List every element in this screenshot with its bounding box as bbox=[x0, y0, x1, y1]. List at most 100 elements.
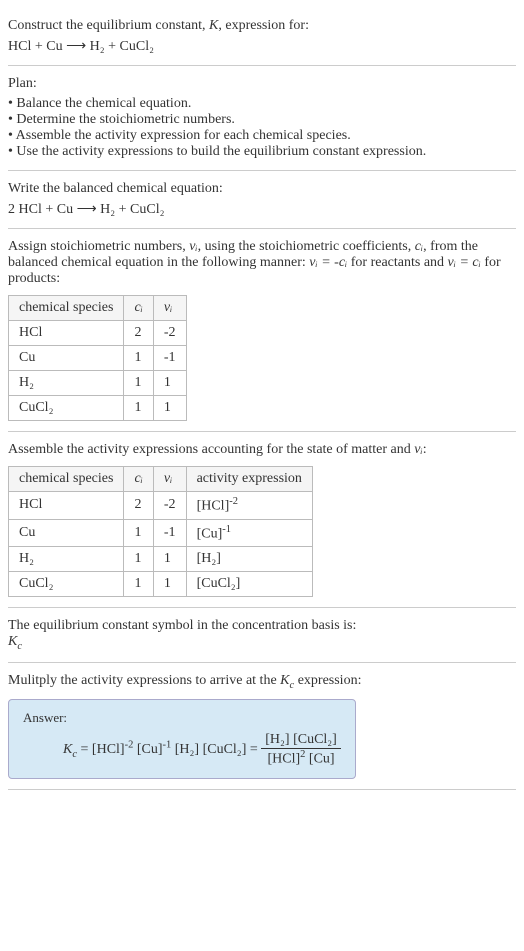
col-nu: νᵢ bbox=[153, 296, 186, 321]
cell: 1 bbox=[124, 371, 153, 396]
col-activity: activity expression bbox=[186, 467, 312, 492]
kc-symbol: Kc bbox=[8, 634, 516, 652]
text: νᵢ bbox=[164, 300, 172, 315]
table-row: CuCl₂ 1 1 [CuCl₂] bbox=[9, 572, 313, 597]
sup: -1 bbox=[222, 524, 231, 535]
base: [HCl] bbox=[197, 499, 230, 514]
balanced-title: Write the balanced chemical equation: bbox=[8, 181, 516, 197]
kc-formula: Kc = [HCl]-2 [Cu]-1 [H₂] [CuCl₂] = [H₂] … bbox=[63, 732, 341, 768]
nu-symbol: νᵢ bbox=[414, 442, 422, 457]
text: νᵢ bbox=[164, 471, 172, 486]
balanced-section: Write the balanced chemical equation: 2 … bbox=[8, 171, 516, 229]
plan-item: • Assemble the activity expression for e… bbox=[8, 128, 516, 144]
symbol-section: The equilibrium constant symbol in the c… bbox=[8, 608, 516, 663]
table-row: CuCl₂ 1 1 bbox=[9, 396, 187, 421]
sup: -2 bbox=[229, 496, 238, 507]
activity-section: Assemble the activity expressions accoun… bbox=[8, 432, 516, 608]
cell: 1 bbox=[153, 547, 186, 572]
K: K bbox=[63, 742, 72, 757]
relation: νᵢ = cᵢ bbox=[448, 255, 481, 270]
stoich-table: chemical species cᵢ νᵢ HCl 2 -2 Cu 1 -1 … bbox=[8, 295, 187, 421]
construct-line: Construct the equilibrium constant, K, e… bbox=[8, 18, 516, 34]
cell: 2 bbox=[124, 492, 153, 520]
cell: 1 bbox=[153, 572, 186, 597]
table-row: HCl 2 -2 [HCl]-2 bbox=[9, 492, 313, 520]
sup: -1 bbox=[163, 739, 172, 750]
cell: 1 bbox=[153, 371, 186, 396]
col-ci: cᵢ bbox=[124, 296, 153, 321]
table-row: H₂ 1 1 bbox=[9, 371, 187, 396]
cell: [H₂] bbox=[186, 547, 312, 572]
K-symbol: K bbox=[209, 18, 218, 33]
text: : bbox=[423, 442, 427, 457]
multiply-section: Mulitply the activity expressions to arr… bbox=[8, 663, 516, 789]
cell: -1 bbox=[153, 346, 186, 371]
plan-title: Plan: bbox=[8, 76, 516, 92]
fraction: [H₂] [CuCl₂][HCl]2 [Cu] bbox=[261, 732, 341, 768]
cell: -1 bbox=[153, 519, 186, 547]
term: [H₂] [CuCl₂] = bbox=[171, 742, 261, 757]
cell: [HCl]-2 bbox=[186, 492, 312, 520]
numerator: [H₂] [CuCl₂] bbox=[261, 732, 341, 749]
plan-item: • Determine the stoichiometric numbers. bbox=[8, 112, 516, 128]
cell: HCl bbox=[9, 321, 124, 346]
cell: 1 bbox=[124, 519, 153, 547]
plan-item: • Balance the chemical equation. bbox=[8, 96, 516, 112]
cell: Cu bbox=[9, 519, 124, 547]
balanced-equation: 2 HCl + Cu ⟶ H₂ + CuCl₂ bbox=[8, 201, 516, 218]
term: [Cu] bbox=[133, 742, 162, 757]
stoich-desc: Assign stoichiometric numbers, νᵢ, using… bbox=[8, 239, 516, 287]
cell: 1 bbox=[124, 346, 153, 371]
K: K bbox=[280, 673, 289, 688]
stoich-section: Assign stoichiometric numbers, νᵢ, using… bbox=[8, 229, 516, 432]
col-species: chemical species bbox=[9, 467, 124, 492]
text: expression: bbox=[294, 673, 361, 688]
cell: CuCl₂ bbox=[9, 572, 124, 597]
K: K bbox=[8, 634, 17, 649]
multiply-line: Mulitply the activity expressions to arr… bbox=[8, 673, 516, 691]
cell: [CuCl₂] bbox=[186, 572, 312, 597]
activity-table: chemical species cᵢ νᵢ activity expressi… bbox=[8, 466, 313, 597]
unbalanced-equation: HCl + Cu ⟶ H₂ + CuCl₂ bbox=[8, 38, 516, 55]
equals: = bbox=[77, 742, 92, 757]
cell: HCl bbox=[9, 492, 124, 520]
table-header-row: chemical species cᵢ νᵢ activity expressi… bbox=[9, 467, 313, 492]
col-species: chemical species bbox=[9, 296, 124, 321]
text: cᵢ bbox=[134, 471, 142, 486]
denominator: [HCl]2 [Cu] bbox=[261, 749, 341, 768]
text: , using the stoichiometric coefficients, bbox=[198, 239, 415, 254]
cell: H₂ bbox=[9, 547, 124, 572]
cell: 1 bbox=[124, 547, 153, 572]
text: cᵢ bbox=[134, 300, 142, 315]
table-row: Cu 1 -1 [Cu]-1 bbox=[9, 519, 313, 547]
relation: νᵢ = -cᵢ bbox=[309, 255, 347, 270]
answer-title: Answer: bbox=[23, 710, 341, 726]
den-term: [HCl] bbox=[268, 752, 301, 767]
cell: 1 bbox=[124, 396, 153, 421]
plan-section: Plan: • Balance the chemical equation. •… bbox=[8, 66, 516, 171]
ci-symbol: cᵢ bbox=[415, 239, 423, 254]
header-section: Construct the equilibrium constant, K, e… bbox=[8, 8, 516, 66]
text: , expression for: bbox=[218, 18, 309, 33]
nu-symbol: νᵢ bbox=[189, 239, 197, 254]
col-ci: cᵢ bbox=[124, 467, 153, 492]
text: for reactants and bbox=[347, 255, 447, 270]
term: [HCl] bbox=[92, 742, 125, 757]
symbol-line: The equilibrium constant symbol in the c… bbox=[8, 618, 516, 634]
col-nu: νᵢ bbox=[153, 467, 186, 492]
cell: 1 bbox=[124, 572, 153, 597]
table-row: H₂ 1 1 [H₂] bbox=[9, 547, 313, 572]
activity-desc: Assemble the activity expressions accoun… bbox=[8, 442, 516, 458]
base: [Cu] bbox=[197, 526, 223, 541]
text: Construct the equilibrium constant, bbox=[8, 18, 209, 33]
base: [H₂] bbox=[197, 551, 221, 566]
base: [CuCl₂] bbox=[197, 576, 241, 591]
cell: H₂ bbox=[9, 371, 124, 396]
answer-box: Answer: Kc = [HCl]-2 [Cu]-1 [H₂] [CuCl₂]… bbox=[8, 699, 356, 779]
plan-item: • Use the activity expressions to build … bbox=[8, 144, 516, 160]
den-term: [Cu] bbox=[305, 752, 334, 767]
cell: 2 bbox=[124, 321, 153, 346]
plan-list: • Balance the chemical equation. • Deter… bbox=[8, 96, 516, 160]
cell: -2 bbox=[153, 321, 186, 346]
text: Mulitply the activity expressions to arr… bbox=[8, 673, 280, 688]
